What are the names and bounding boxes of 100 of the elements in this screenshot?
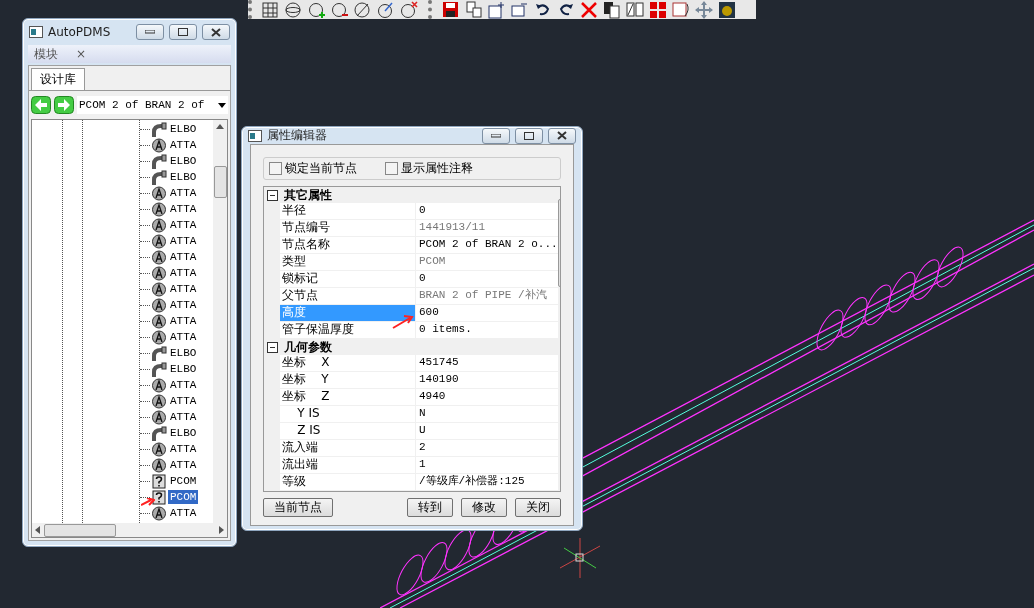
- tree-item[interactable]: ATTA: [168, 378, 199, 392]
- elbow-icon: [151, 153, 167, 169]
- move-icon[interactable]: [695, 0, 713, 19]
- grid-view-icon[interactable]: [262, 0, 280, 19]
- property-value: 451745: [416, 355, 558, 371]
- minimize-icon: [145, 30, 155, 34]
- remove-sphere-icon[interactable]: [331, 0, 349, 19]
- path-dropdown[interactable]: PCOM 2 of BRAN 2 of: [77, 96, 228, 114]
- property-name[interactable]: 流入端: [280, 440, 416, 456]
- compare-icon[interactable]: [626, 0, 644, 19]
- tree-item[interactable]: ATTA: [168, 282, 199, 296]
- tree-item[interactable]: ELBO: [168, 362, 199, 376]
- tree-item[interactable]: PCOM: [168, 490, 199, 504]
- collapse-icon[interactable]: [267, 341, 278, 353]
- copy-icon[interactable]: [465, 0, 483, 19]
- tree-item[interactable]: ATTA: [168, 314, 199, 328]
- elbow-icon: [151, 361, 167, 377]
- tree-item[interactable]: ATTA: [168, 410, 199, 424]
- dropdown-caret-icon: [218, 102, 226, 108]
- tree-item[interactable]: ATTA: [168, 394, 199, 408]
- horizontal-scrollbar[interactable]: [32, 523, 227, 537]
- panel-close-button[interactable]: ×: [76, 47, 87, 61]
- elbow-icon: [151, 425, 167, 441]
- collapse-icon[interactable]: [267, 189, 278, 201]
- window-title: AutoPDMS: [48, 25, 112, 39]
- property-name[interactable]: 管子保温厚度: [280, 322, 416, 338]
- tree-item[interactable]: ATTA: [168, 138, 199, 152]
- property-name[interactable]: 坐标 Z: [280, 389, 416, 405]
- tree-item[interactable]: ELBO: [168, 122, 199, 136]
- tab[interactable]: 设计库: [31, 68, 85, 90]
- scrollbar-thumb[interactable]: [44, 523, 116, 537]
- minus-box-icon[interactable]: [511, 0, 529, 19]
- sphere-icon[interactable]: [285, 0, 303, 19]
- vertical-scrollbar[interactable]: [213, 120, 227, 523]
- tree-item[interactable]: ELBO: [168, 346, 199, 360]
- tree-item[interactable]: ELBO: [168, 170, 199, 184]
- edit-box-icon[interactable]: [488, 0, 506, 19]
- tree-item[interactable]: ATTA: [168, 330, 199, 344]
- close-icon: [211, 27, 221, 37]
- tree-item[interactable]: ATTA: [168, 266, 199, 280]
- tree-item[interactable]: ATTA: [168, 250, 199, 264]
- tree-item[interactable]: ATTA: [168, 458, 199, 472]
- image-icon[interactable]: [718, 0, 736, 19]
- circle-pen-icon[interactable]: [377, 0, 395, 19]
- minimize-button[interactable]: [136, 24, 164, 40]
- property-value: 140190: [416, 372, 558, 388]
- tree-item[interactable]: ATTA: [168, 186, 199, 200]
- property-name[interactable]: Z IS: [280, 423, 416, 439]
- close-icon: [557, 131, 567, 140]
- dialog-button[interactable]: 当前节点: [263, 498, 333, 517]
- property-value: BRAN 2 of PIPE /补汽: [416, 288, 558, 304]
- attachment-icon: [151, 281, 167, 297]
- tree-item[interactable]: ATTA: [168, 202, 199, 216]
- dialog-button[interactable]: 关闭: [515, 498, 561, 517]
- minimize-button[interactable]: [482, 127, 510, 144]
- minimize-icon: [491, 133, 501, 138]
- maximize-button[interactable]: [169, 24, 197, 40]
- property-name[interactable]: 锁标记: [280, 271, 416, 287]
- attachment-icon: [151, 441, 167, 457]
- scroll-up-icon[interactable]: [216, 124, 224, 130]
- dialog-button[interactable]: 修改: [461, 498, 507, 517]
- scrollbar-thumb[interactable]: [213, 166, 227, 198]
- scroll-left-icon[interactable]: [35, 526, 40, 534]
- add-sphere-icon[interactable]: [308, 0, 326, 19]
- property-name[interactable]: 坐标 Y: [280, 372, 416, 388]
- save-icon[interactable]: [442, 0, 460, 19]
- slashed-circle-icon[interactable]: [354, 0, 372, 19]
- app-icon: [248, 129, 262, 142]
- tree-item[interactable]: ATTA: [168, 506, 199, 520]
- tree-item[interactable]: ELBO: [168, 426, 199, 440]
- property-name[interactable]: 流出端: [280, 457, 416, 473]
- property-name[interactable]: Y IS: [280, 406, 416, 422]
- maximize-button[interactable]: [515, 127, 543, 144]
- property-name[interactable]: 父节点: [280, 288, 416, 304]
- tree-item[interactable]: ATTA: [168, 298, 199, 312]
- property-name[interactable]: 节点名称: [280, 237, 416, 253]
- document-refresh-icon[interactable]: [672, 0, 690, 19]
- checkbox[interactable]: [385, 162, 398, 175]
- properties-icon[interactable]: [603, 0, 621, 19]
- checkbox[interactable]: [269, 162, 282, 175]
- scroll-right-icon[interactable]: [219, 526, 224, 534]
- tree-item[interactable]: ATTA: [168, 218, 199, 232]
- delete-icon[interactable]: [580, 0, 598, 19]
- property-value: 600: [416, 305, 558, 321]
- property-name[interactable]: 半径: [280, 203, 416, 219]
- property-name[interactable]: 类型: [280, 254, 416, 270]
- close-button[interactable]: [202, 24, 230, 40]
- circle-delete-icon[interactable]: [400, 0, 418, 19]
- tree-item[interactable]: ELBO: [168, 154, 199, 168]
- dialog-button[interactable]: 转到: [407, 498, 453, 517]
- tree-item[interactable]: ATTA: [168, 234, 199, 248]
- property-name[interactable]: 节点编号: [280, 220, 416, 236]
- close-button[interactable]: [548, 127, 576, 144]
- tree-item[interactable]: PCOM: [168, 474, 199, 488]
- property-name[interactable]: 坐标 X: [280, 355, 416, 371]
- tree-item[interactable]: ATTA: [168, 442, 199, 456]
- grid-squares-icon[interactable]: [649, 0, 667, 19]
- property-name[interactable]: 等级: [280, 474, 416, 490]
- property-value: N: [416, 406, 558, 422]
- attachment-icon: [151, 457, 167, 473]
